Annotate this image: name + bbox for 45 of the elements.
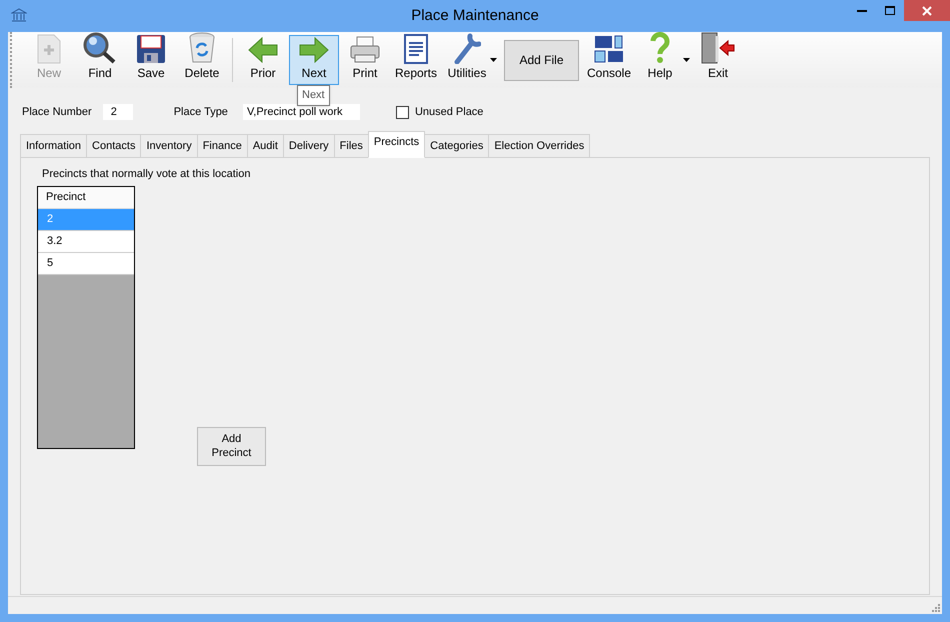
list-row[interactable]: 3.2 xyxy=(38,230,134,252)
add-file-button[interactable]: Add File xyxy=(504,40,579,80)
search-icon xyxy=(83,32,117,64)
toolbar-button[interactable]: Help xyxy=(635,35,685,85)
dashboard-icon xyxy=(594,34,624,64)
right-arrow-icon xyxy=(299,37,329,63)
toolbar-button[interactable]: Reports xyxy=(391,35,441,85)
toolbar-button[interactable]: Print xyxy=(340,35,390,85)
tooltip: Next xyxy=(297,85,330,106)
checkbox[interactable] xyxy=(396,106,409,118)
toolbar-button[interactable]: Delete xyxy=(177,35,227,85)
tab[interactable]: Precincts xyxy=(368,131,426,158)
list-row[interactable]: 5 xyxy=(38,252,134,274)
building-icon xyxy=(11,8,27,22)
column-header: Precinct xyxy=(38,186,134,208)
toolbar-button[interactable]: Save xyxy=(126,35,176,85)
tab[interactable]: Election Overrides xyxy=(488,134,590,158)
close-icon xyxy=(922,6,932,16)
new-document-icon xyxy=(37,34,61,64)
close-button[interactable] xyxy=(904,0,950,21)
dropdown-arrow-icon[interactable] xyxy=(490,58,497,62)
toolbar-button[interactable]: Find xyxy=(75,35,125,85)
toolbar-button[interactable]: Console xyxy=(584,35,634,85)
maximize-icon xyxy=(885,6,895,15)
report-document-icon xyxy=(404,34,428,64)
field-label: Place Type xyxy=(174,104,228,120)
toolbar-button[interactable]: Utilities xyxy=(442,35,492,85)
list-caption: Precincts that normally vote at this location xyxy=(42,167,252,182)
place-type-field[interactable]: V,Precinct poll work xyxy=(242,104,360,120)
question-mark-icon xyxy=(650,32,670,64)
toolbar-button[interactable]: Exit xyxy=(693,35,743,85)
window-title: Place Maintenance xyxy=(411,6,539,26)
wrench-icon xyxy=(453,32,481,64)
printer-icon xyxy=(350,36,380,64)
resize-grip-icon xyxy=(930,602,940,612)
field-label: Place Number xyxy=(22,104,92,120)
place-number-field[interactable]: 2 xyxy=(102,104,133,120)
toolbar-button[interactable]: Next xyxy=(289,35,339,85)
minimize-icon xyxy=(857,10,867,12)
checkbox-label: Unused Place xyxy=(414,104,484,120)
tab[interactable]: Information xyxy=(20,134,88,158)
add-precinct-button[interactable]: Add Precinct xyxy=(197,426,266,466)
toolbar-button[interactable]: Prior xyxy=(238,35,288,85)
dropdown-arrow-icon[interactable] xyxy=(683,58,690,62)
left-arrow-icon xyxy=(248,37,278,63)
